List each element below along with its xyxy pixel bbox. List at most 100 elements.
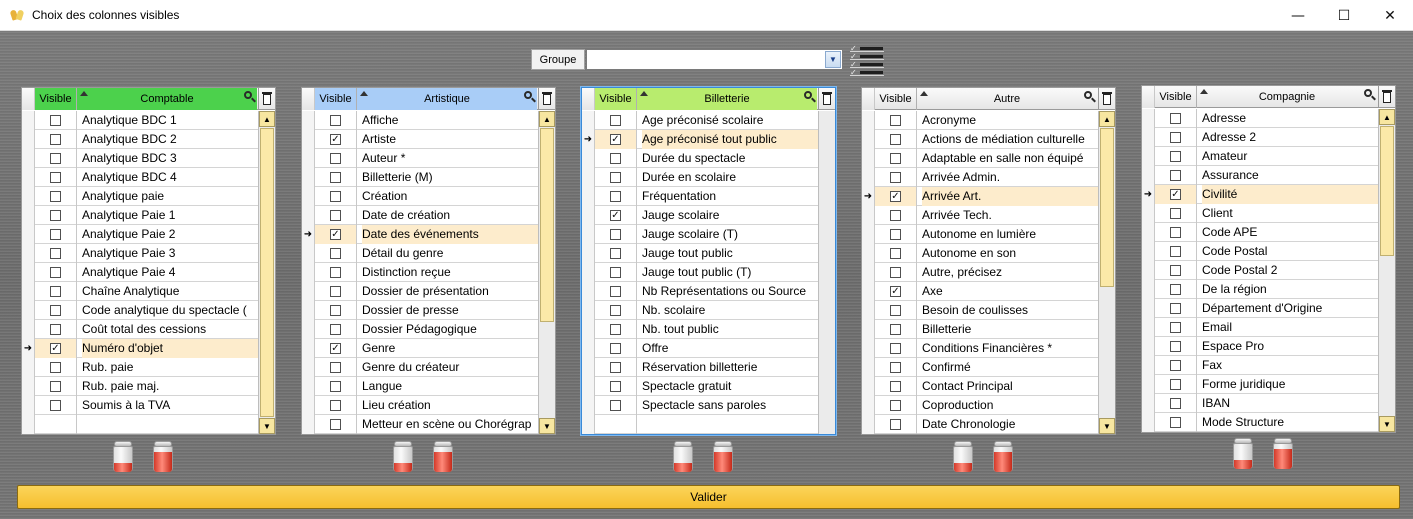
table-row[interactable]: Arrivée Tech. (862, 206, 1098, 225)
scroll-thumb[interactable] (260, 128, 274, 417)
visible-checkbox[interactable] (330, 153, 341, 164)
visible-checkbox[interactable] (1170, 208, 1181, 219)
visible-checkbox[interactable] (610, 191, 621, 202)
show-all-icon[interactable] (993, 441, 1013, 473)
visible-checkbox[interactable] (610, 248, 621, 259)
table-row[interactable]: Analytique Paie 4 (22, 263, 258, 282)
search-icon[interactable] (1084, 91, 1097, 104)
visible-column-header[interactable]: Visible (875, 88, 917, 110)
visible-checkbox[interactable] (1170, 284, 1181, 295)
table-row[interactable]: Forme juridique (1142, 375, 1378, 394)
visible-checkbox[interactable]: ✓ (50, 343, 61, 354)
table-row[interactable]: Arrivée Admin. (862, 168, 1098, 187)
table-row[interactable]: Dossier de présentation (302, 282, 538, 301)
table-row[interactable]: Nb Représentations ou Source (582, 282, 818, 301)
table-row[interactable]: Nb. tout public (582, 320, 818, 339)
scroll-down-icon[interactable]: ▼ (539, 418, 555, 434)
visible-checkbox[interactable] (1170, 398, 1181, 409)
table-row[interactable]: Analytique Paie 2 (22, 225, 258, 244)
validate-button[interactable]: Valider (17, 485, 1400, 509)
table-row[interactable]: Affiche (302, 111, 538, 130)
table-row[interactable]: ✓ Axe (862, 282, 1098, 301)
visible-checkbox[interactable] (890, 115, 901, 126)
visible-checkbox[interactable] (610, 362, 621, 373)
table-row[interactable]: Jauge tout public (582, 244, 818, 263)
visible-checkbox[interactable] (50, 153, 61, 164)
column-picker-button[interactable] (818, 88, 835, 110)
visible-checkbox[interactable]: ✓ (330, 229, 341, 240)
visible-checkbox[interactable] (890, 248, 901, 259)
visible-checkbox[interactable] (890, 381, 901, 392)
table-row[interactable]: Analytique BDC 3 (22, 149, 258, 168)
hide-all-icon[interactable] (1233, 438, 1253, 470)
table-row[interactable]: Détail du genre (302, 244, 538, 263)
table-row[interactable]: IBAN (1142, 394, 1378, 413)
table-row[interactable]: Billetterie (M) (302, 168, 538, 187)
visible-checkbox[interactable] (50, 248, 61, 259)
table-row[interactable]: Analytique BDC 2 (22, 130, 258, 149)
table-row[interactable]: Contact Principal (862, 377, 1098, 396)
visible-checkbox[interactable] (330, 248, 341, 259)
visible-checkbox[interactable] (610, 229, 621, 240)
vertical-scrollbar[interactable]: ▲ ▼ (538, 111, 555, 434)
table-row[interactable]: Amateur (1142, 147, 1378, 166)
visible-checkbox[interactable] (890, 267, 901, 278)
table-row[interactable]: Dossier de presse (302, 301, 538, 320)
table-row[interactable]: Fréquentation (582, 187, 818, 206)
visible-checkbox[interactable] (330, 362, 341, 373)
visible-checkbox[interactable] (890, 343, 901, 354)
visible-checkbox[interactable] (610, 305, 621, 316)
table-row[interactable]: ➜ ✓ Date des événements (302, 225, 538, 244)
table-row[interactable]: Genre du créateur (302, 358, 538, 377)
table-row[interactable]: Durée du spectacle (582, 149, 818, 168)
visible-checkbox[interactable] (610, 343, 621, 354)
visible-checkbox[interactable] (1170, 132, 1181, 143)
table-row[interactable]: Offre (582, 339, 818, 358)
table-row[interactable]: Analytique Paie 3 (22, 244, 258, 263)
scroll-down-icon[interactable]: ▼ (1099, 418, 1115, 434)
visible-checkbox[interactable] (50, 229, 61, 240)
visible-checkbox[interactable] (330, 115, 341, 126)
visible-checkbox[interactable] (50, 324, 61, 335)
search-icon[interactable] (1364, 89, 1377, 102)
visible-checkbox[interactable] (890, 305, 901, 316)
column-picker-button[interactable] (1378, 86, 1395, 108)
table-row[interactable]: Code Postal 2 (1142, 261, 1378, 280)
visible-checkbox[interactable] (610, 172, 621, 183)
scroll-thumb[interactable] (540, 128, 554, 322)
visible-checkbox[interactable] (1170, 417, 1181, 428)
visible-checkbox[interactable]: ✓ (610, 210, 621, 221)
table-row[interactable]: Code Postal (1142, 242, 1378, 261)
visible-checkbox[interactable] (330, 381, 341, 392)
visible-column-header[interactable]: Visible (595, 88, 637, 110)
visible-checkbox[interactable] (890, 419, 901, 430)
hide-all-icon[interactable] (673, 441, 693, 473)
table-row[interactable]: Date de création (302, 206, 538, 225)
table-row[interactable] (22, 415, 258, 434)
visible-checkbox[interactable] (50, 210, 61, 221)
maximize-button[interactable]: ☐ (1321, 0, 1367, 31)
visible-checkbox[interactable] (890, 210, 901, 221)
scroll-down-icon[interactable]: ▼ (259, 418, 275, 434)
scroll-up-icon[interactable]: ▲ (539, 111, 555, 127)
table-row[interactable]: Langue (302, 377, 538, 396)
scroll-up-icon[interactable]: ▲ (1099, 111, 1115, 127)
visible-checkbox[interactable] (1170, 303, 1181, 314)
table-row[interactable]: Billetterie (862, 320, 1098, 339)
vertical-scrollbar[interactable]: ▲ ▼ (1378, 109, 1395, 432)
show-all-icon[interactable] (433, 441, 453, 473)
table-row[interactable]: Autonome en son (862, 244, 1098, 263)
visible-checkbox[interactable]: ✓ (610, 134, 621, 145)
table-row[interactable]: Fax (1142, 356, 1378, 375)
visible-checkbox[interactable] (330, 324, 341, 335)
visible-checkbox[interactable] (50, 172, 61, 183)
show-all-icon[interactable] (1273, 438, 1293, 470)
table-row[interactable]: Conditions Financières * (862, 339, 1098, 358)
visible-checkbox[interactable] (1170, 379, 1181, 390)
column-picker-button[interactable] (258, 88, 275, 110)
show-all-icon[interactable] (153, 441, 173, 473)
visible-checkbox[interactable]: ✓ (330, 134, 341, 145)
table-row[interactable]: ✓ Jauge scolaire (582, 206, 818, 225)
groupe-combo[interactable]: ▼ (586, 49, 843, 70)
visible-checkbox[interactable] (1170, 227, 1181, 238)
